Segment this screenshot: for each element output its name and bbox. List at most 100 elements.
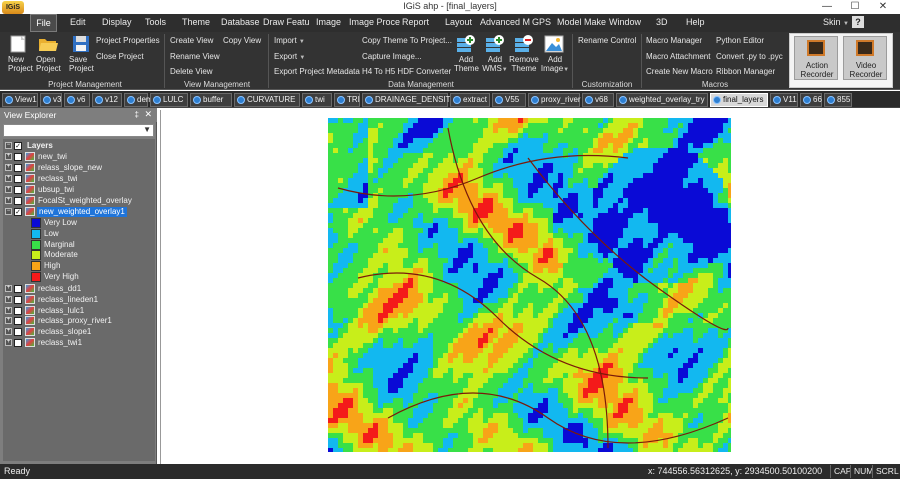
- tab-proxy-river[interactable]: proxy_river: [528, 93, 581, 107]
- menu-edit[interactable]: Edit: [70, 17, 86, 27]
- tab-855[interactable]: 855: [824, 93, 852, 107]
- layer-item[interactable]: + reclass_lineden1: [3, 294, 153, 305]
- layer-item[interactable]: + ubsup_twi: [3, 185, 153, 195]
- layer-checkbox[interactable]: ✓: [14, 208, 22, 216]
- layers-root[interactable]: − ✓ Layers: [3, 141, 153, 151]
- view-selector-dropdown[interactable]: ▼: [3, 124, 154, 137]
- close-panel-icon[interactable]: ✕: [144, 109, 152, 120]
- tab-66[interactable]: 66: [800, 93, 822, 107]
- menu-model-maker[interactable]: Model Make: [557, 17, 606, 27]
- tab-curvature[interactable]: CURVATURE: [234, 93, 300, 107]
- help-icon[interactable]: ?: [852, 16, 864, 28]
- layer-checkbox[interactable]: [14, 153, 22, 161]
- python-editor-button[interactable]: Python Editor: [716, 36, 764, 45]
- tab-v3[interactable]: v3: [40, 93, 62, 107]
- layer-checkbox[interactable]: [14, 186, 22, 194]
- expand-icon[interactable]: +: [5, 164, 12, 171]
- expand-icon[interactable]: +: [5, 295, 12, 303]
- action-recorder-button[interactable]: Action Recorder: [794, 36, 838, 80]
- tab-v55[interactable]: V55: [492, 93, 526, 107]
- pin-icon[interactable]: ‡: [135, 110, 139, 119]
- tab-drainage-density[interactable]: DRAINAGE_DENSITY: [362, 93, 456, 107]
- menu-image[interactable]: Image: [316, 17, 341, 27]
- layer-checkbox[interactable]: [14, 295, 22, 304]
- tab-final-layers[interactable]: final_layers: [710, 93, 768, 107]
- layer-checkbox[interactable]: [14, 285, 22, 293]
- layer-checkbox[interactable]: [14, 164, 22, 172]
- tab-tri[interactable]: TRI: [334, 93, 360, 107]
- expand-icon[interactable]: +: [5, 328, 12, 336]
- menu-database[interactable]: Database: [221, 17, 260, 27]
- menu-tools[interactable]: Tools: [145, 17, 166, 27]
- layer-item-selected[interactable]: − ✓ new_weighted_overlay1: [3, 207, 153, 217]
- minimize-button[interactable]: —: [814, 0, 840, 14]
- expand-icon[interactable]: +: [5, 317, 12, 325]
- create-view-button[interactable]: Create View: [170, 36, 213, 45]
- export-dropdown[interactable]: Export ▼: [274, 52, 305, 61]
- layer-item[interactable]: + reclass_twi: [3, 174, 153, 184]
- save-project-button[interactable]: Save Project: [66, 34, 94, 78]
- macro-attachment-button[interactable]: Macro Attachment: [646, 52, 710, 61]
- layer-item[interactable]: + FocalSt_weighted_overlay: [3, 196, 153, 206]
- menu-file[interactable]: File: [30, 14, 57, 32]
- layer-item[interactable]: + reclass_proxy_river1: [3, 316, 153, 326]
- rename-view-button[interactable]: Rename View: [170, 52, 220, 61]
- expand-icon[interactable]: +: [5, 197, 12, 204]
- layer-checkbox[interactable]: [14, 339, 22, 347]
- menu-draw-feature[interactable]: Draw Featu: [263, 17, 310, 27]
- layer-item[interactable]: + reclass_dd1: [3, 284, 153, 294]
- close-button[interactable]: ✕: [870, 0, 896, 14]
- capture-image-button[interactable]: Capture Image...: [362, 52, 422, 61]
- menu-gps[interactable]: GPS: [532, 17, 551, 27]
- create-new-macro-button[interactable]: Create New Macro: [646, 67, 713, 76]
- layer-item[interactable]: + new_twi: [3, 152, 153, 162]
- tab-v11[interactable]: V11: [770, 93, 798, 107]
- tab-view1[interactable]: View1: [2, 93, 38, 107]
- project-properties-button[interactable]: Project Properties: [96, 36, 160, 45]
- tab-v12[interactable]: v12: [92, 93, 122, 107]
- expand-icon[interactable]: +: [5, 339, 12, 346]
- layer-item[interactable]: + reclass_lulc1: [3, 305, 153, 316]
- open-project-button[interactable]: Open Project: [34, 34, 62, 78]
- menu-layout[interactable]: Layout: [445, 17, 472, 27]
- tab-weighted-overlay-try[interactable]: weighted_overlay_try: [616, 93, 708, 107]
- menu-display[interactable]: Display: [102, 17, 132, 27]
- expand-icon[interactable]: +: [5, 175, 12, 182]
- export-project-metadata-button[interactable]: Export Project Metadata: [274, 67, 360, 76]
- expand-icon[interactable]: +: [5, 153, 12, 160]
- new-project-button[interactable]: New Project: [6, 34, 33, 78]
- remove-theme-button[interactable]: Remove Theme: [509, 34, 539, 78]
- layer-checkbox[interactable]: [14, 317, 22, 326]
- expand-icon[interactable]: +: [5, 285, 12, 292]
- menu-advanced[interactable]: Advanced M: [480, 17, 530, 27]
- expand-icon[interactable]: +: [5, 186, 12, 193]
- raster-map[interactable]: [328, 118, 731, 452]
- copy-theme-button[interactable]: Copy Theme To Project...: [362, 36, 452, 45]
- maximize-button[interactable]: ☐: [842, 0, 868, 14]
- video-recorder-button[interactable]: Video Recorder: [843, 36, 887, 80]
- tab-dem[interactable]: dem: [124, 93, 153, 107]
- layer-checkbox[interactable]: [14, 197, 22, 205]
- tab-v68[interactable]: v68: [582, 93, 614, 107]
- layer-checkbox[interactable]: [14, 328, 22, 337]
- rename-control-button[interactable]: Rename Control: [578, 36, 636, 45]
- add-wms-button[interactable]: Add WMS▼: [481, 34, 508, 78]
- h4-to-h5-converter-button[interactable]: H4 To H5 HDF Converter: [362, 67, 451, 76]
- menu-report[interactable]: Report: [402, 17, 429, 27]
- add-image-button[interactable]: Add Image▼: [540, 34, 569, 78]
- layers-root-checkbox[interactable]: ✓: [14, 142, 22, 150]
- close-project-button[interactable]: Close Project: [96, 52, 144, 61]
- collapse-icon[interactable]: −: [5, 208, 12, 215]
- tab-buffer[interactable]: buffer: [190, 93, 232, 107]
- layer-item[interactable]: + relass_slope_new: [3, 163, 153, 173]
- skin-selector[interactable]: Skin ▼: [823, 17, 849, 27]
- tab-extract[interactable]: extract: [450, 93, 490, 107]
- macro-manager-button[interactable]: Macro Manager: [646, 36, 702, 45]
- ribbon-manager-button[interactable]: Ribbon Manager: [716, 67, 775, 76]
- menu-image-processing[interactable]: Image Proce: [349, 17, 400, 27]
- layer-checkbox[interactable]: [14, 175, 22, 183]
- menu-theme[interactable]: Theme: [182, 17, 210, 27]
- tab-v6[interactable]: v6: [64, 93, 90, 107]
- layer-checkbox[interactable]: [14, 306, 22, 315]
- menu-3d[interactable]: 3D: [656, 17, 668, 27]
